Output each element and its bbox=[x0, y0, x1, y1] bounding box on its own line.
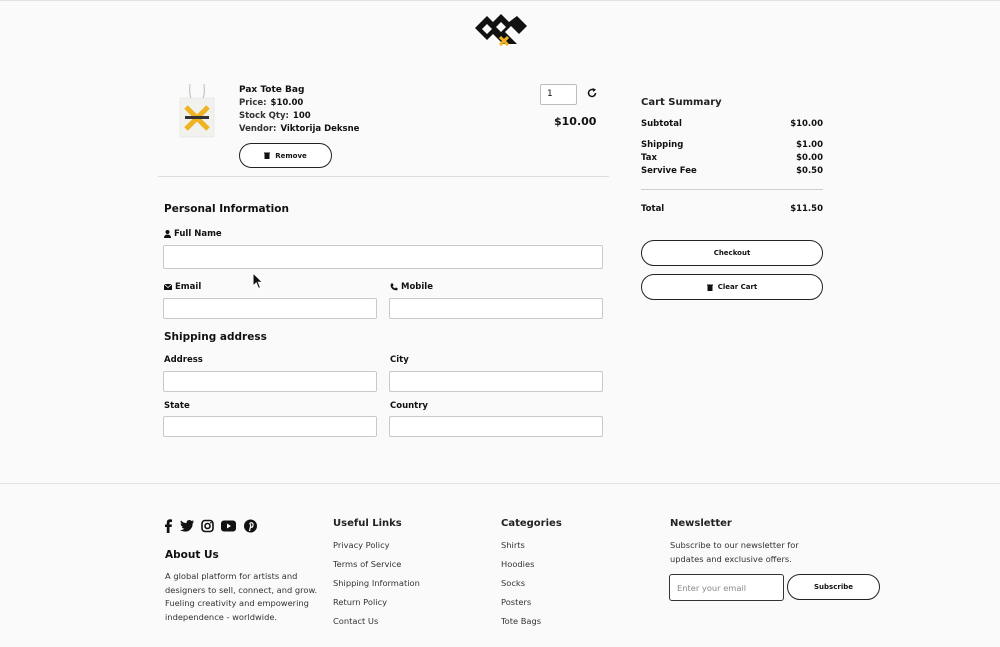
mouse-cursor-icon bbox=[252, 272, 264, 290]
tax-label: Tax bbox=[641, 153, 657, 163]
cart-summary-title: Cart Summary bbox=[641, 97, 722, 108]
instagram-icon[interactable] bbox=[201, 519, 214, 533]
price-label: Price: bbox=[239, 98, 267, 108]
personal-info-title: Personal Information bbox=[164, 203, 289, 215]
clear-cart-button-label: Clear Cart bbox=[717, 283, 758, 291]
subtotal-row: Subtotal $10.00 bbox=[641, 119, 823, 129]
category-tote-bags[interactable]: Tote Bags bbox=[501, 616, 541, 626]
subtotal-label: Subtotal bbox=[641, 119, 682, 129]
address-label: Address bbox=[164, 355, 203, 365]
user-icon bbox=[164, 230, 171, 238]
category-shirts[interactable]: Shirts bbox=[501, 540, 525, 550]
country-label: Country bbox=[390, 401, 428, 411]
product-price-line: Price: $10.00 bbox=[239, 98, 303, 108]
pinterest-icon[interactable] bbox=[244, 519, 257, 533]
checkout-button-label: Checkout bbox=[713, 249, 751, 257]
categories-title: Categories bbox=[501, 518, 562, 529]
remove-button[interactable]: Remove bbox=[239, 143, 332, 168]
trash-icon bbox=[264, 152, 271, 159]
product-name[interactable]: Pax Tote Bag bbox=[239, 85, 304, 95]
item-total: $10.00 bbox=[554, 115, 597, 128]
footer-divider bbox=[0, 483, 1000, 484]
envelope-icon bbox=[164, 284, 172, 290]
total-row: Total $11.50 bbox=[641, 204, 823, 214]
category-socks[interactable]: Socks bbox=[501, 578, 525, 588]
about-us-title: About Us bbox=[165, 549, 219, 561]
refresh-icon[interactable] bbox=[587, 88, 597, 98]
useful-links-title: Useful Links bbox=[333, 518, 402, 529]
state-field[interactable] bbox=[163, 416, 377, 437]
top-border bbox=[0, 0, 1000, 1]
subscribe-button[interactable]: Subscribe bbox=[787, 574, 880, 600]
subtotal-value: $10.00 bbox=[790, 119, 823, 129]
service-fee-row: Servive Fee $0.50 bbox=[641, 166, 823, 176]
stock-value: 100 bbox=[292, 111, 311, 121]
category-posters[interactable]: Posters bbox=[501, 597, 531, 607]
link-shipping-information[interactable]: Shipping Information bbox=[333, 578, 420, 588]
city-field[interactable] bbox=[389, 371, 603, 392]
address-field[interactable] bbox=[163, 371, 377, 392]
full-name-field[interactable] bbox=[163, 245, 603, 269]
price-value: $10.00 bbox=[270, 98, 304, 108]
remove-button-label: Remove bbox=[275, 151, 307, 160]
email-field[interactable] bbox=[163, 298, 377, 319]
clear-cart-button[interactable]: Clear Cart bbox=[641, 274, 823, 300]
quantity-input[interactable]: 1 bbox=[540, 84, 577, 105]
service-fee-value: $0.50 bbox=[796, 166, 823, 176]
stock-label: Stock Qty: bbox=[239, 111, 289, 121]
country-field[interactable] bbox=[389, 416, 603, 437]
mobile-label: Mobile bbox=[390, 282, 433, 292]
shipping-row: Shipping $1.00 bbox=[641, 140, 823, 150]
logo-mark-icon[interactable] bbox=[472, 10, 530, 46]
newsletter-email-input[interactable] bbox=[669, 574, 784, 601]
trash-icon bbox=[706, 284, 713, 291]
vendor-label: Vendor: bbox=[239, 124, 277, 134]
facebook-icon[interactable] bbox=[165, 519, 172, 533]
category-hoodies[interactable]: Hoodies bbox=[501, 559, 534, 569]
product-image bbox=[179, 83, 215, 138]
vendor-value: Viktorija Deksne bbox=[280, 124, 360, 134]
shipping-label: Shipping bbox=[641, 140, 684, 150]
full-name-label-text: Full Name bbox=[174, 229, 222, 239]
full-name-label: Full Name bbox=[164, 229, 222, 239]
phone-icon bbox=[390, 283, 398, 291]
link-privacy-policy[interactable]: Privacy Policy bbox=[333, 540, 390, 550]
subscribe-button-label: Subscribe bbox=[814, 583, 853, 591]
email-label: Email bbox=[164, 282, 201, 292]
shipping-address-title: Shipping address bbox=[164, 331, 267, 343]
product-vendor-line: Vendor: Viktorija Deksne bbox=[239, 124, 359, 134]
link-terms-of-service[interactable]: Terms of Service bbox=[333, 559, 401, 569]
checkout-button[interactable]: Checkout bbox=[641, 240, 823, 266]
city-label: City bbox=[390, 355, 409, 365]
tax-value: $0.00 bbox=[796, 153, 823, 163]
total-value: $11.50 bbox=[790, 204, 823, 214]
product-stock-line: Stock Qty: 100 bbox=[239, 111, 311, 121]
mobile-field[interactable] bbox=[389, 298, 603, 319]
divider bbox=[158, 176, 609, 177]
newsletter-title: Newsletter bbox=[670, 518, 732, 529]
twitter-icon[interactable] bbox=[180, 519, 194, 533]
email-label-text: Email bbox=[175, 282, 202, 292]
about-us-text: A global platform for artists and design… bbox=[165, 571, 318, 622]
tax-row: Tax $0.00 bbox=[641, 153, 823, 163]
link-return-policy[interactable]: Return Policy bbox=[333, 597, 387, 607]
link-contact-us[interactable]: Contact Us bbox=[333, 616, 378, 626]
state-label: State bbox=[164, 401, 190, 411]
total-label: Total bbox=[641, 204, 665, 214]
mobile-label-text: Mobile bbox=[401, 282, 433, 292]
summary-divider bbox=[641, 189, 823, 190]
newsletter-text: Subscribe to our newsletter for updates … bbox=[670, 540, 799, 564]
service-fee-label: Servive Fee bbox=[641, 166, 697, 176]
shipping-value: $1.00 bbox=[796, 140, 823, 150]
youtube-icon[interactable] bbox=[221, 519, 236, 533]
